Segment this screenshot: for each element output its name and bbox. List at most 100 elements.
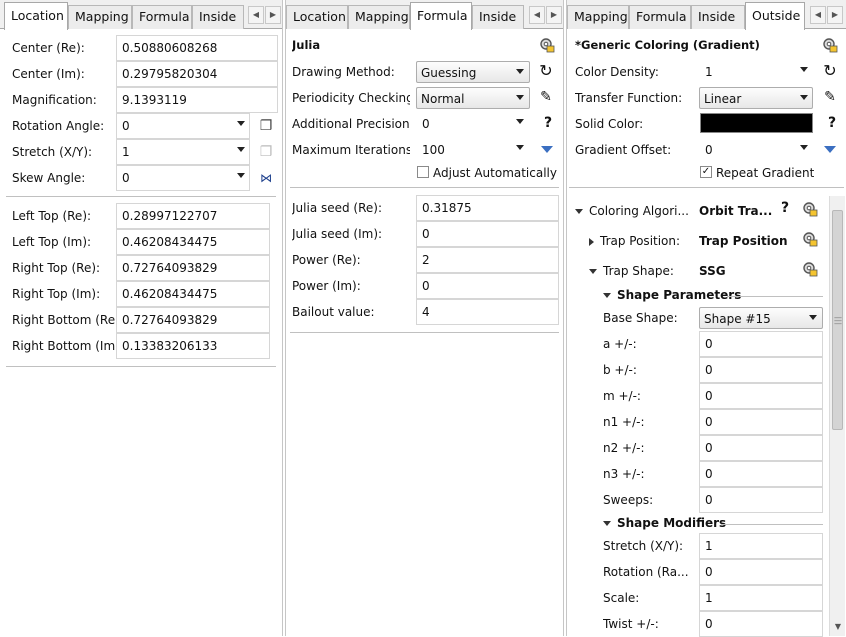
tab-formula[interactable]: Formula <box>410 2 472 30</box>
bailout-input[interactable]: 4 <box>416 299 559 325</box>
power-re-input[interactable]: 2 <box>416 247 559 273</box>
right-top-re-value[interactable]: 0.72764093829 <box>116 255 270 281</box>
tab-location[interactable]: Location <box>286 5 348 29</box>
shape-param-input[interactable]: 0 <box>699 357 823 383</box>
paste-icon[interactable]: ❐ <box>257 143 275 161</box>
trap-shape-value[interactable]: SSG <box>699 264 726 278</box>
right-bottom-re-value[interactable]: 0.72764093829 <box>116 307 270 333</box>
chevron-down-icon[interactable] <box>516 95 524 100</box>
tab-mapping[interactable]: Mapping <box>348 5 410 29</box>
tab-inside[interactable]: Inside <box>472 5 524 29</box>
trap-shape-settings-icon[interactable] <box>801 260 819 278</box>
tab-scroll-right-icon[interactable]: ▶ <box>546 6 562 24</box>
shape-param-label: m +/-: <box>603 389 641 403</box>
left-top-im-row: Left Top (Im): 0.46208434475 <box>0 229 283 255</box>
center-im-input[interactable]: 0.29795820304 <box>116 61 278 87</box>
shape-modifier-input[interactable]: 1 <box>699 533 823 559</box>
scroll-down-icon[interactable]: ▼ <box>833 622 843 632</box>
collapse-icon[interactable] <box>603 293 611 298</box>
refresh-icon[interactable]: ↻ <box>537 62 555 80</box>
gradient-offset-combo[interactable]: 0 <box>699 137 813 163</box>
shape-param-input[interactable]: 0 <box>699 461 823 487</box>
magnification-input[interactable]: 9.1393119 <box>116 87 278 113</box>
rotation-angle-combo[interactable]: 0 <box>116 113 250 139</box>
expand-down-icon[interactable] <box>541 146 553 153</box>
tab-outside[interactable]: Outside <box>745 2 805 30</box>
expand-icon[interactable] <box>589 237 594 246</box>
edit-icon[interactable]: ✎ <box>537 88 555 106</box>
tab-scroll-right-icon[interactable]: ▶ <box>265 6 281 24</box>
shape-param-input[interactable]: 0 <box>699 331 823 357</box>
tab-scroll-left-icon[interactable]: ◀ <box>248 6 264 24</box>
help-icon[interactable]: ? <box>776 199 794 217</box>
help-icon[interactable]: ? <box>823 114 841 132</box>
trap-position-settings-icon[interactable] <box>801 230 819 248</box>
shape-param-input[interactable]: 0 <box>699 435 823 461</box>
shape-param-input[interactable]: 0 <box>699 487 823 513</box>
shape-modifier-input[interactable]: 0 <box>699 559 823 585</box>
collapse-icon[interactable] <box>589 269 597 274</box>
tab-inside[interactable]: Inside <box>192 5 244 29</box>
shape-modifier-input[interactable]: 0 <box>699 611 823 637</box>
drawing-method-select[interactable]: Guessing <box>416 61 530 83</box>
shape-modifier-label: Stretch (X/Y): <box>603 539 684 553</box>
iterations-combo[interactable]: 100 <box>416 137 530 163</box>
base-shape-select[interactable]: Shape #15 <box>699 307 823 329</box>
solid-color-label: Solid Color: <box>575 117 644 131</box>
tab-mapping[interactable]: Mapping <box>68 5 132 29</box>
coloring-settings-icon[interactable] <box>821 36 839 54</box>
shape-param-input[interactable]: 0 <box>699 409 823 435</box>
tab-scroll-left-icon[interactable]: ◀ <box>529 6 545 24</box>
expand-down-icon[interactable] <box>824 146 836 153</box>
refresh-icon[interactable]: ↻ <box>821 62 839 80</box>
chevron-down-icon[interactable] <box>809 315 817 320</box>
left-top-re-value[interactable]: 0.28997122707 <box>116 203 270 229</box>
chevron-down-icon[interactable] <box>516 69 524 74</box>
tab-scroll-left-icon[interactable]: ◀ <box>810 6 826 24</box>
chevron-down-icon[interactable] <box>237 147 245 152</box>
julia-seed-im-input[interactable]: 0 <box>416 221 559 247</box>
chevron-down-icon[interactable] <box>800 95 808 100</box>
julia-seed-re-input[interactable]: 0.31875 <box>416 195 559 221</box>
solid-color-swatch[interactable] <box>700 113 813 133</box>
left-top-im-value[interactable]: 0.46208434475 <box>116 229 270 255</box>
tab-formula[interactable]: Formula <box>132 5 192 29</box>
copy-icon[interactable]: ❐ <box>257 117 275 135</box>
periodicity-select[interactable]: Normal <box>416 87 530 109</box>
grip-icon: — — — <box>834 313 842 328</box>
center-re-input[interactable]: 0.50880608268 <box>116 35 278 61</box>
scrollbar[interactable]: — — — ▼ <box>829 196 845 636</box>
tab-mapping[interactable]: Mapping <box>567 5 629 29</box>
coloring-algorithm-value[interactable]: Orbit Tra... <box>699 204 772 218</box>
help-icon[interactable]: ? <box>539 114 557 132</box>
right-bottom-im-value[interactable]: 0.13383206133 <box>116 333 270 359</box>
collapse-icon[interactable] <box>603 521 611 526</box>
chevron-down-icon[interactable] <box>237 121 245 126</box>
skew-angle-combo[interactable]: 0 <box>116 165 250 191</box>
shape-param-input[interactable]: 0 <box>699 383 823 409</box>
chevron-down-icon[interactable] <box>516 119 524 124</box>
trap-position-value[interactable]: Trap Position <box>699 234 788 248</box>
stretch-combo[interactable]: 1 <box>116 139 250 165</box>
color-density-combo[interactable]: 1 <box>699 59 813 85</box>
formula-settings-icon[interactable] <box>538 36 556 54</box>
chevron-down-icon[interactable] <box>800 145 808 150</box>
transfer-select[interactable]: Linear <box>699 87 813 109</box>
tab-location[interactable]: Location <box>4 2 68 30</box>
tab-scroll-right-icon[interactable]: ▶ <box>827 6 843 24</box>
chevron-down-icon[interactable] <box>800 67 808 72</box>
chevron-down-icon[interactable] <box>516 145 524 150</box>
precision-combo[interactable]: 0 <box>416 111 530 137</box>
flip-icon[interactable]: ⋈ <box>257 169 275 187</box>
tab-inside[interactable]: Inside <box>691 5 745 29</box>
chevron-down-icon[interactable] <box>237 173 245 178</box>
right-top-im-value[interactable]: 0.46208434475 <box>116 281 270 307</box>
edit-icon[interactable]: ✎ <box>821 88 839 106</box>
algorithm-settings-icon[interactable] <box>801 200 819 218</box>
shape-modifier-input[interactable]: 1 <box>699 585 823 611</box>
collapse-icon[interactable] <box>575 209 583 214</box>
adjust-auto-checkbox[interactable] <box>417 166 429 178</box>
repeat-gradient-checkbox[interactable]: ✓ <box>700 166 712 178</box>
power-im-input[interactable]: 0 <box>416 273 559 299</box>
tab-formula[interactable]: Formula <box>629 5 691 29</box>
